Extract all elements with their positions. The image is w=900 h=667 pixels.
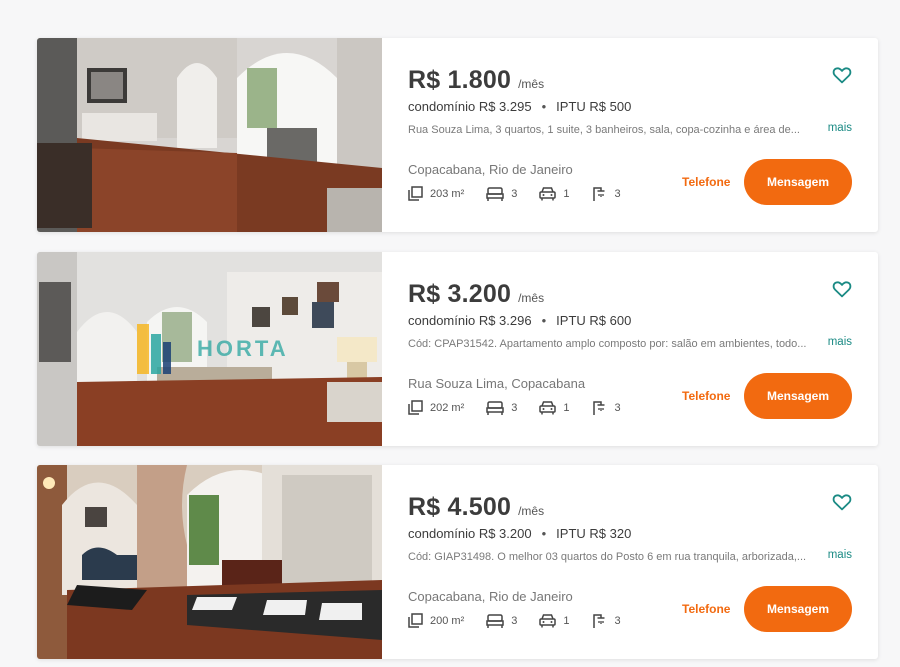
condo-fee: condomínio R$ 3.296 xyxy=(408,313,532,328)
heart-outline-icon[interactable] xyxy=(832,280,852,298)
message-button[interactable]: Mensagem xyxy=(744,159,852,205)
feature-bathrooms: 3 xyxy=(592,186,621,201)
listing-info: R$ 1.800 /mês condomínio R$ 3.295 • IPTU… xyxy=(382,38,878,232)
heart-outline-icon[interactable] xyxy=(832,66,852,84)
feature-bedrooms: 3 xyxy=(486,613,518,628)
bed-icon xyxy=(486,613,504,628)
price-row: R$ 4.500 /mês xyxy=(408,493,544,522)
bathrooms-value: 3 xyxy=(614,187,621,200)
listing-description: Cód: GIAP31498. O melhor 03 quartos do P… xyxy=(408,551,807,563)
bed-icon xyxy=(486,400,504,415)
listing-description: Rua Souza Lima, 3 quartos, 1 suite, 3 ba… xyxy=(408,124,800,136)
feature-bathrooms: 3 xyxy=(592,400,621,415)
shower-icon xyxy=(592,401,604,415)
price-row: R$ 3.200 /mês xyxy=(408,280,544,309)
feature-parking: 1 xyxy=(539,400,570,415)
car-icon xyxy=(539,187,557,201)
feature-area: 202 m² xyxy=(408,400,464,415)
features-row: 200 m² 3 1 3 xyxy=(408,613,643,628)
message-button[interactable]: Mensagem xyxy=(744,373,852,419)
watermark-text: HORTA xyxy=(197,336,289,361)
more-link[interactable]: mais xyxy=(828,122,852,134)
listing-price: R$ 3.200 xyxy=(408,280,512,308)
listing-price: R$ 1.800 xyxy=(408,66,512,94)
bathrooms-value: 3 xyxy=(614,614,621,627)
listing-info: R$ 4.500 /mês condomínio R$ 3.200 • IPTU… xyxy=(382,465,878,659)
parking-value: 1 xyxy=(563,401,570,414)
area-icon xyxy=(408,613,423,628)
listing-info: R$ 3.200 /mês condomínio R$ 3.296 • IPTU… xyxy=(382,252,878,446)
features-row: 202 m² 3 1 3 xyxy=(408,400,643,415)
fees-row: condomínio R$ 3.295 • IPTU R$ 500 xyxy=(408,99,631,114)
feature-bedrooms: 3 xyxy=(486,400,518,415)
iptu-fee: IPTU R$ 600 xyxy=(556,313,632,328)
listing-price: R$ 4.500 xyxy=(408,493,512,521)
car-icon xyxy=(539,614,557,628)
fee-separator: • xyxy=(541,99,547,114)
phone-link[interactable]: Telefone xyxy=(682,175,730,189)
parking-value: 1 xyxy=(563,614,570,627)
area-value: 203 m² xyxy=(430,187,465,200)
fees-row: condomínio R$ 3.296 • IPTU R$ 600 xyxy=(408,313,631,328)
feature-parking: 1 xyxy=(539,613,570,628)
listing-description: Cód: CPAP31542. Apartamento amplo compos… xyxy=(408,338,807,350)
feature-parking: 1 xyxy=(539,186,570,201)
price-period: /mês xyxy=(518,77,545,91)
more-link[interactable]: mais xyxy=(828,549,852,561)
message-button[interactable]: Mensagem xyxy=(744,586,852,632)
fee-separator: • xyxy=(541,526,547,541)
iptu-fee: IPTU R$ 500 xyxy=(556,99,632,114)
price-row: R$ 1.800 /mês xyxy=(408,66,544,95)
bed-icon xyxy=(486,186,504,201)
more-link[interactable]: mais xyxy=(828,336,852,348)
shower-icon xyxy=(592,187,604,201)
price-period: /mês xyxy=(518,504,545,518)
area-value: 200 m² xyxy=(430,614,465,627)
feature-bathrooms: 3 xyxy=(592,613,621,628)
features-row: 203 m² 3 1 3 xyxy=(408,186,643,201)
area-icon xyxy=(408,186,423,201)
listing-address: Copacabana, Rio de Janeiro xyxy=(408,589,573,604)
iptu-fee: IPTU R$ 320 xyxy=(556,526,632,541)
parking-value: 1 xyxy=(563,187,570,200)
feature-bedrooms: 3 xyxy=(486,186,518,201)
listing-card[interactable]: R$ 1.800 /mês condomínio R$ 3.295 • IPTU… xyxy=(37,38,878,232)
condo-fee: condomínio R$ 3.200 xyxy=(408,526,532,541)
feature-area: 200 m² xyxy=(408,613,464,628)
bedrooms-value: 3 xyxy=(511,401,518,414)
condo-fee: condomínio R$ 3.295 xyxy=(408,99,532,114)
bedrooms-value: 3 xyxy=(511,187,518,200)
area-icon xyxy=(408,400,423,415)
listing-photo[interactable]: HORTA xyxy=(37,252,382,446)
shower-icon xyxy=(592,614,604,628)
fee-separator: • xyxy=(541,313,547,328)
bedrooms-value: 3 xyxy=(511,614,518,627)
listing-address: Rua Souza Lima, Copacabana xyxy=(408,376,586,391)
heart-outline-icon[interactable] xyxy=(832,493,852,511)
phone-link[interactable]: Telefone xyxy=(682,389,730,403)
listing-card[interactable]: R$ 4.500 /mês condomínio R$ 3.200 • IPTU… xyxy=(37,465,878,659)
price-period: /mês xyxy=(518,291,545,305)
fees-row: condomínio R$ 3.200 • IPTU R$ 320 xyxy=(408,526,631,541)
car-icon xyxy=(539,401,557,415)
listing-photo[interactable] xyxy=(37,465,382,659)
bathrooms-value: 3 xyxy=(614,401,621,414)
listing-address: Copacabana, Rio de Janeiro xyxy=(408,162,573,177)
feature-area: 203 m² xyxy=(408,186,464,201)
listing-card[interactable]: HORTA R$ 3.200 /mês condomínio R$ 3.296 … xyxy=(37,252,878,446)
listing-photo[interactable] xyxy=(37,38,382,232)
area-value: 202 m² xyxy=(430,401,465,414)
phone-link[interactable]: Telefone xyxy=(682,602,730,616)
